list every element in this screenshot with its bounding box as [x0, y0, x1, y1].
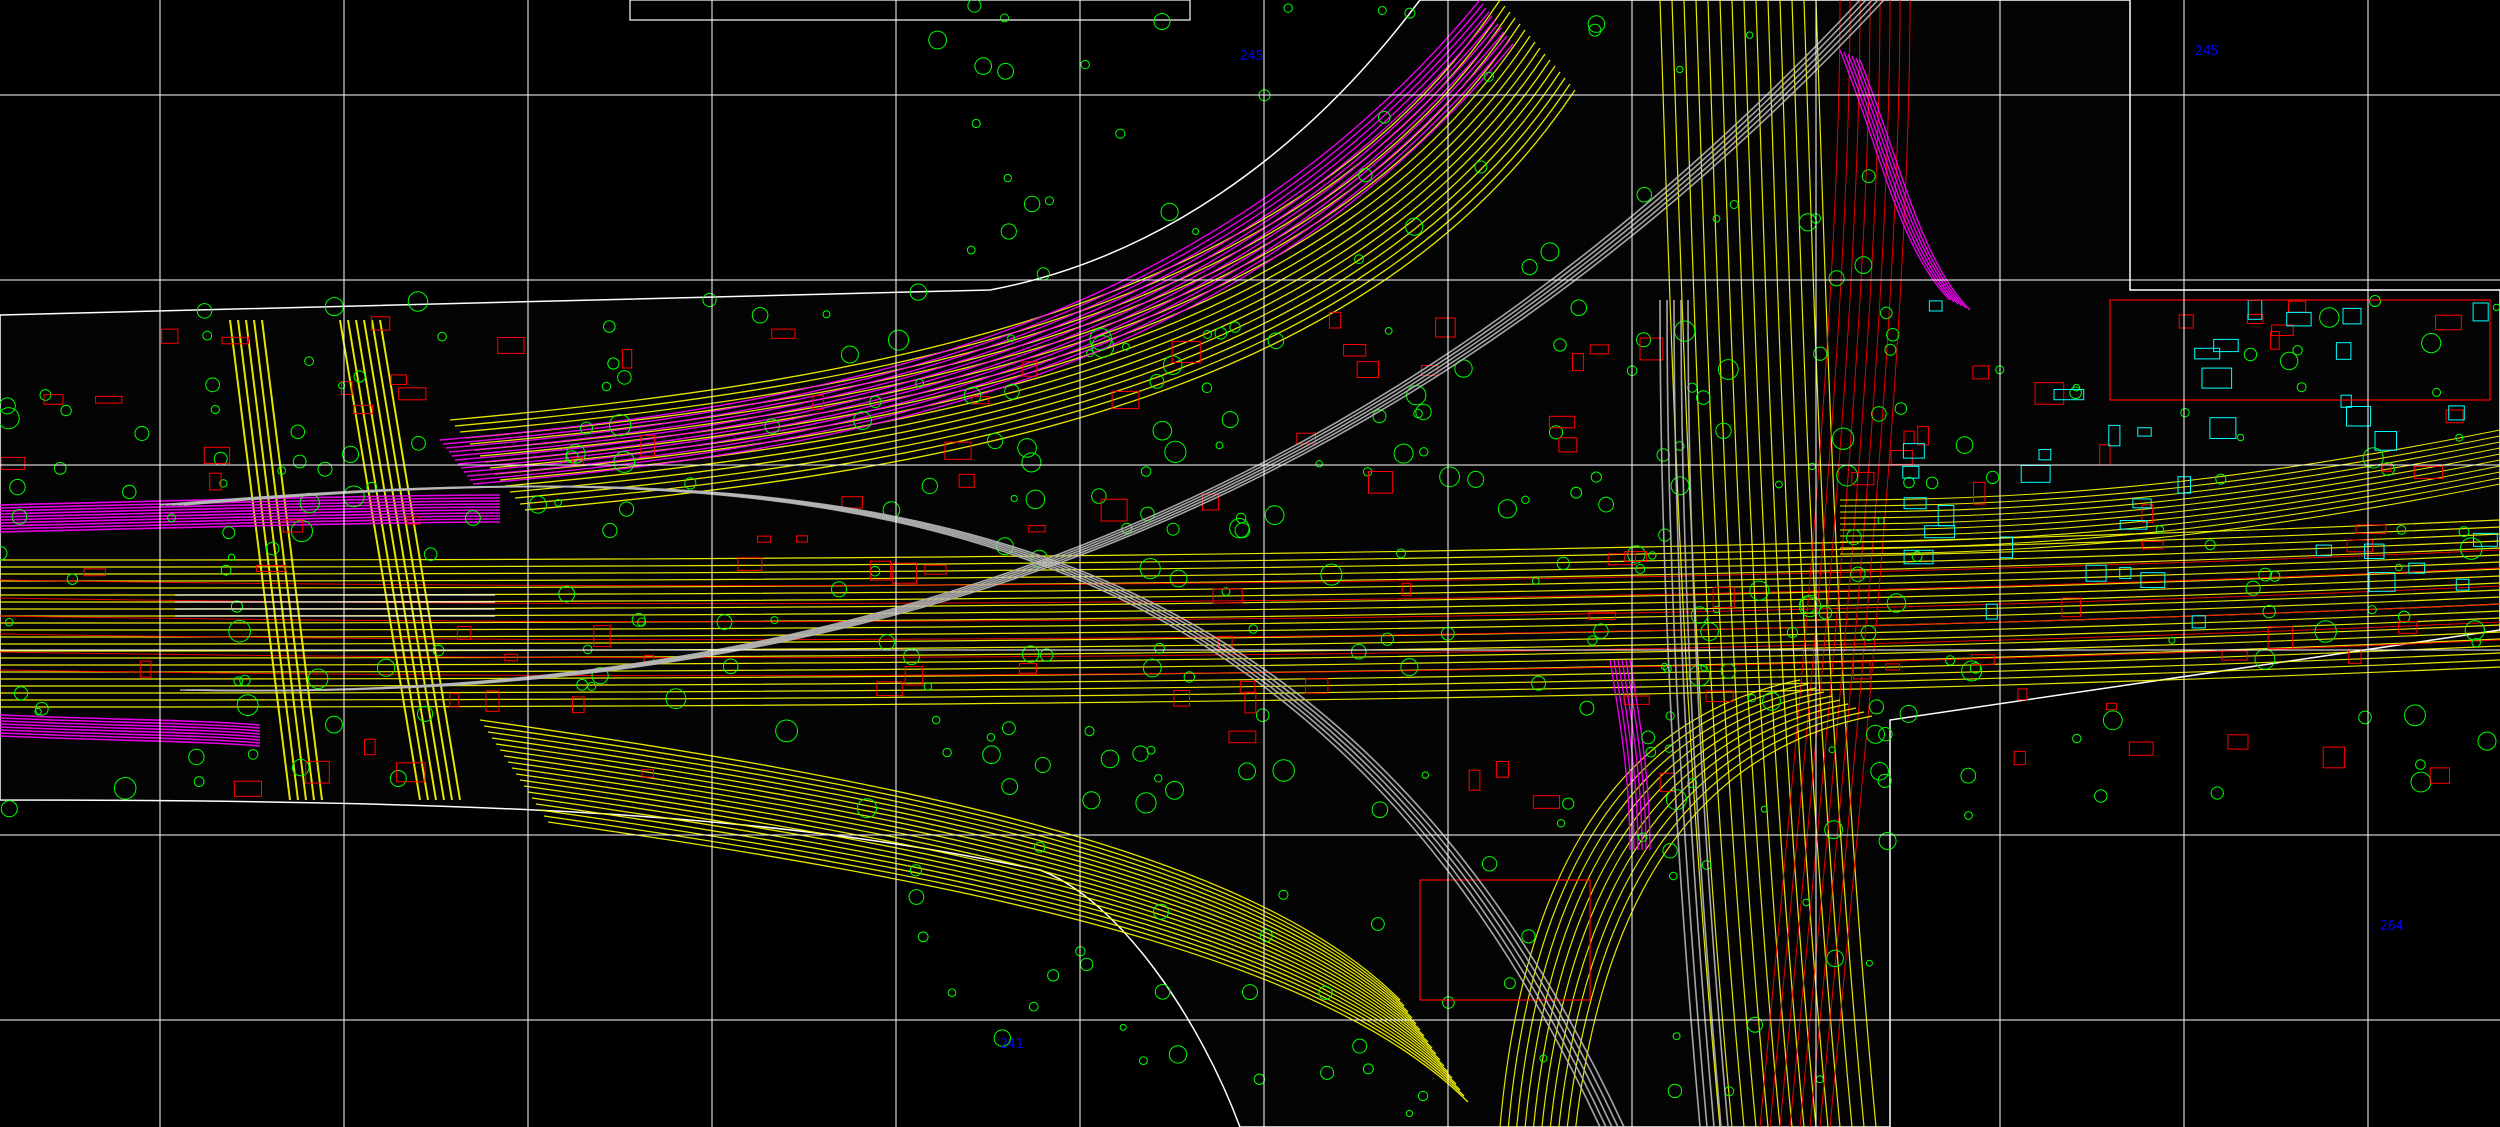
- cad-viewport[interactable]: 245 245 241 264: [0, 0, 2500, 1127]
- sheet-label: 264: [2380, 919, 2404, 934]
- cad-drawing-canvas[interactable]: 245 245 241 264: [0, 0, 2500, 1127]
- sheet-label: 241: [1000, 1037, 1023, 1052]
- sheet-label: 245: [2195, 44, 2218, 59]
- sheet-label: 245: [1240, 49, 1263, 64]
